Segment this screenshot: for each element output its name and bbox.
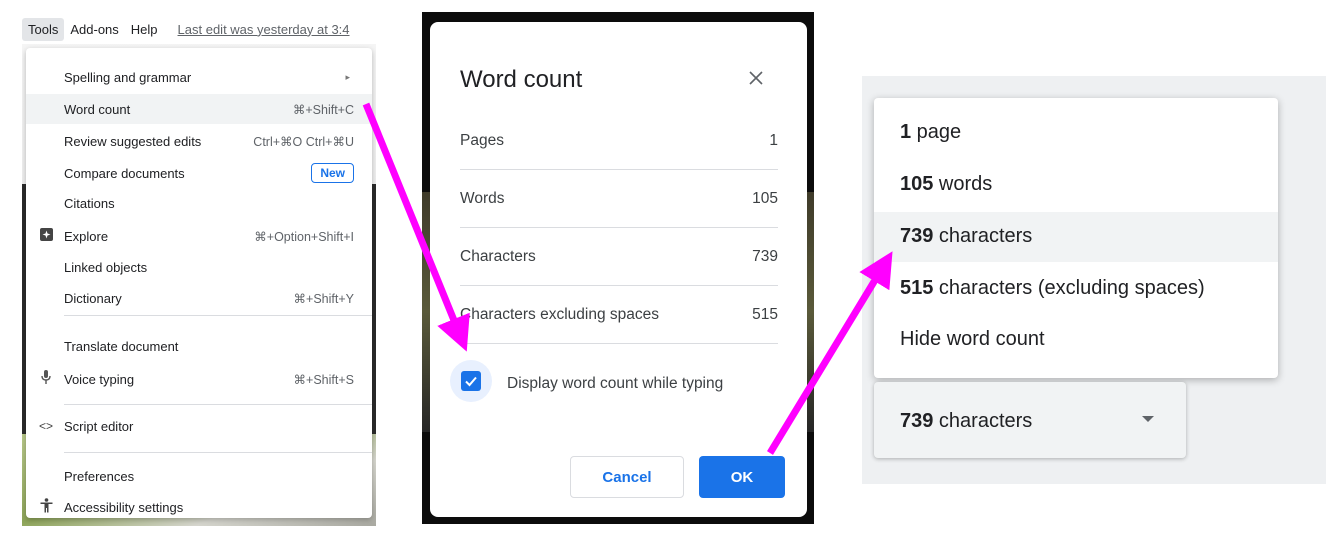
menu-add-ons[interactable]: Add-ons [64, 18, 124, 41]
code-brackets-icon: <> [38, 419, 53, 433]
tools-dropdown-menu: Spelling and grammar ▸ Word count ⌘+Shif… [26, 48, 372, 518]
option-number: 739 [900, 225, 934, 247]
explore-icon [36, 228, 56, 244]
menu-bar: Tools Add-ons Help Last edit was yesterd… [22, 14, 376, 44]
menu-item-label: Preferences [64, 468, 135, 484]
tools-menu-panel: Tools Add-ons Help Last edit was yesterd… [22, 14, 376, 526]
menu-item-label: Word count [64, 101, 131, 117]
menu-item-label: Spelling and grammar [64, 69, 192, 85]
menu-item-citations[interactable]: Citations [26, 188, 372, 218]
stat-value: 515 [752, 306, 778, 323]
menu-item-voice-typing[interactable]: Voice typing ⌘+Shift+S [26, 364, 372, 394]
stat-value: 1 [769, 132, 778, 149]
stat-row-words: Words 105 [460, 170, 778, 228]
menu-help[interactable]: Help [125, 18, 164, 41]
dialog-title: Word count [460, 66, 583, 93]
menu-item-review-suggested-edits[interactable]: Review suggested edits Ctrl+⌘O Ctrl+⌘U [26, 126, 372, 156]
stat-label: Characters excluding spaces [460, 306, 660, 323]
menu-item-label: Review suggested edits [64, 133, 202, 149]
option-characters-excluding-spaces[interactable]: 515 characters (excluding spaces) [874, 264, 1278, 314]
stat-value: 739 [752, 248, 778, 265]
menu-item-script-editor[interactable]: <> Script editor [26, 411, 372, 441]
word-count-dropdown-panel: 1 page 105 words 739 characters 515 char… [862, 76, 1326, 484]
stat-label: Pages [460, 132, 504, 149]
caret-down-icon [1142, 416, 1154, 422]
checkbox-checked [461, 371, 481, 391]
option-pages[interactable]: 1 page [874, 108, 1278, 158]
menu-item-accessibility-settings[interactable]: Accessibility settings [26, 492, 372, 522]
ok-button[interactable]: OK [699, 456, 785, 498]
menu-item-label: Citations [64, 195, 115, 211]
menu-item-label: Compare documents [64, 165, 185, 181]
checkbox-label: Display word count while typing [507, 375, 724, 392]
menu-item-linked-objects[interactable]: Linked objects [26, 252, 372, 282]
option-text: characters (excluding spaces) [933, 277, 1205, 299]
cancel-button[interactable]: Cancel [570, 456, 684, 498]
menu-divider [64, 315, 372, 316]
menu-item-dictionary[interactable]: Dictionary ⌘+Shift+Y [26, 283, 372, 313]
option-text: words [933, 173, 993, 195]
menu-item-translate-document[interactable]: Translate document [26, 331, 372, 361]
stat-value: 105 [752, 190, 778, 207]
display-word-count-checkbox[interactable] [450, 360, 492, 402]
word-count-options-menu: 1 page 105 words 739 characters 515 char… [874, 98, 1278, 378]
word-count-dialog: Word count Pages 1 Words 105 Characters … [430, 22, 807, 517]
submenu-arrow-icon: ▸ [345, 71, 350, 82]
microphone-icon [36, 370, 56, 388]
menu-divider [64, 452, 372, 453]
option-words[interactable]: 105 words [874, 160, 1278, 210]
option-number: 515 [900, 277, 934, 299]
menu-item-spelling-and-grammar[interactable]: Spelling and grammar ▸ [26, 62, 372, 92]
option-characters[interactable]: 739 characters [874, 212, 1278, 262]
menu-item-preferences[interactable]: Preferences [26, 461, 372, 491]
menu-divider [64, 404, 372, 405]
accessibility-icon [36, 498, 56, 516]
option-number: 105 [900, 173, 934, 195]
option-text: page [911, 121, 962, 143]
new-badge: New [311, 163, 354, 183]
menu-item-shortcut: ⌘+Shift+Y [293, 291, 354, 306]
option-hide-word-count[interactable]: Hide word count [874, 315, 1278, 365]
menu-item-label: Explore [64, 228, 109, 244]
close-icon[interactable] [748, 66, 764, 92]
stat-row-characters: Characters 739 [460, 228, 778, 286]
chip-text: characters [933, 410, 1033, 432]
stat-label: Words [460, 190, 505, 207]
chip-number: 739 [900, 410, 934, 432]
menu-tools[interactable]: Tools [22, 17, 65, 41]
stat-row-characters-excluding-spaces: Characters excluding spaces 515 [460, 286, 778, 344]
menu-item-label: Voice typing [64, 371, 135, 387]
option-text: characters [933, 225, 1033, 247]
option-text: Hide word count [900, 328, 1045, 350]
menu-item-shortcut: Ctrl+⌘O Ctrl+⌘U [253, 134, 354, 149]
stat-label: Characters [460, 248, 536, 265]
menu-item-label: Dictionary [64, 290, 122, 306]
menu-item-shortcut: ⌘+Shift+S [293, 372, 354, 387]
last-edit-link[interactable]: Last edit was yesterday at 3:4 [178, 22, 350, 37]
menu-item-label: Linked objects [64, 259, 148, 275]
menu-item-label: Script editor [64, 418, 134, 434]
menu-item-explore[interactable]: Explore ⌘+Option+Shift+I [26, 221, 372, 251]
option-number: 1 [900, 121, 912, 143]
menu-item-label: Accessibility settings [64, 499, 184, 515]
word-count-chip[interactable]: 739 characters [874, 382, 1186, 458]
stat-row-pages: Pages 1 [460, 112, 778, 170]
menu-item-shortcut: ⌘+Shift+C [292, 102, 354, 117]
word-count-dialog-panel: Word count Pages 1 Words 105 Characters … [422, 12, 814, 524]
menu-item-shortcut: ⌘+Option+Shift+I [254, 229, 354, 244]
menu-item-word-count[interactable]: Word count ⌘+Shift+C [26, 94, 372, 124]
menu-item-label: Translate document [64, 338, 179, 354]
menu-item-compare-documents[interactable]: Compare documents New [26, 158, 372, 188]
